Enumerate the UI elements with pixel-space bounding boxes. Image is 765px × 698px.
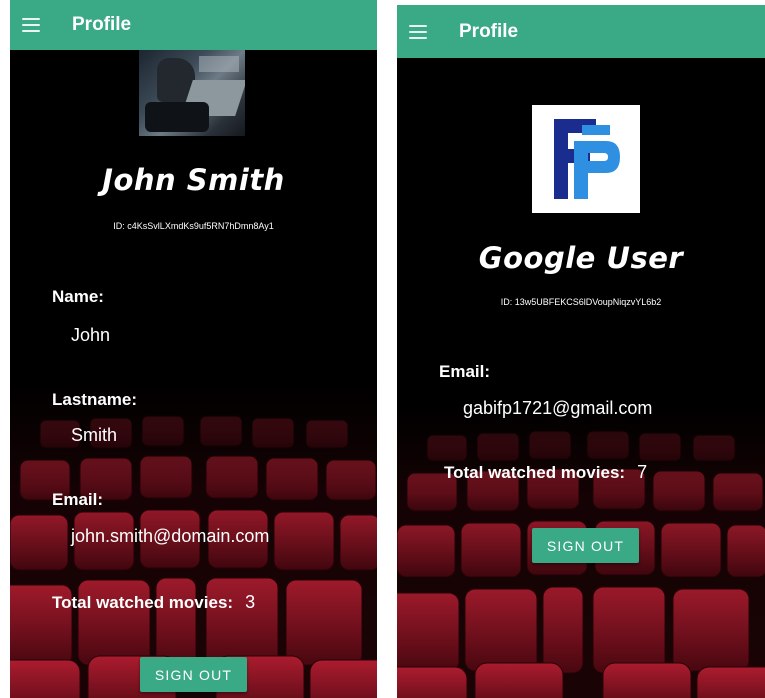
email-value: john.smith@domain.com: [71, 526, 270, 546]
profile-screen-john: Profile John Smith ID: c4KsSvlLXmdKs9uf5…: [10, 0, 377, 698]
name-value: John: [71, 325, 111, 345]
profile-display-name: Google User: [478, 241, 684, 275]
watched-movies: Total watched movies: 7: [444, 462, 647, 483]
page-title: Profile: [459, 20, 519, 42]
menu-icon[interactable]: [22, 14, 46, 36]
sign-out-button[interactable]: SIGN OUT: [532, 528, 639, 563]
sign-out-button[interactable]: SIGN OUT: [140, 657, 247, 692]
lastname-label: Lastname:: [52, 390, 138, 409]
fp-logo-icon: [532, 105, 640, 213]
lastname-value: Smith: [71, 425, 118, 445]
app-bar: Profile: [10, 0, 377, 50]
user-id: ID: 13w5UBFEKCS6lDVoupNiqzvYL6b2: [500, 297, 662, 307]
page-title: Profile: [72, 14, 132, 35]
profile-screen-google: Profile Google User ID: 13w5UBFEKCS6lDVo…: [397, 5, 765, 698]
app-bar: Profile: [397, 5, 765, 58]
user-id: ID: c4KsSvlLXmdKs9uf5RN7hDmn8Ay1: [113, 221, 274, 231]
menu-icon[interactable]: [409, 21, 433, 43]
avatar: [532, 105, 640, 213]
email-value: gabifp1721@gmail.com: [463, 398, 653, 418]
avatar: [139, 50, 245, 136]
watched-movies-count: 7: [637, 462, 648, 482]
email-label: Email:: [439, 362, 491, 381]
name-label: Name:: [52, 287, 104, 306]
watched-movies-count: 3: [245, 592, 256, 612]
email-label: Email:: [52, 490, 104, 509]
watched-movies-label: Total watched movies:: [444, 463, 626, 482]
watched-movies: Total watched movies: 3: [52, 592, 255, 613]
profile-display-name: John Smith: [102, 163, 285, 197]
watched-movies-label: Total watched movies:: [52, 593, 234, 612]
